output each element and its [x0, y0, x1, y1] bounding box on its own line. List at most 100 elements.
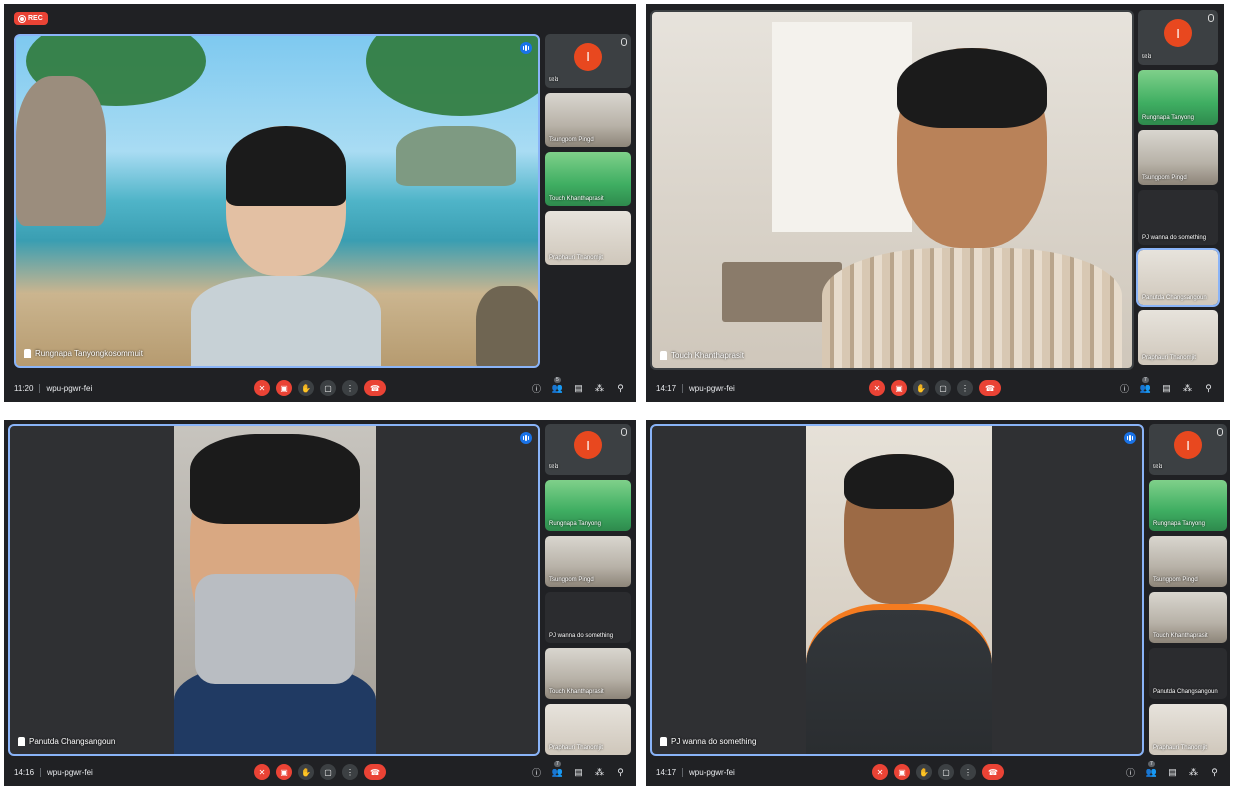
- info-icon[interactable]: ⓘ: [531, 383, 542, 394]
- mic-toggle-button[interactable]: ✕: [872, 764, 888, 780]
- mic-toggle-button[interactable]: ✕: [254, 380, 270, 396]
- chat-icon[interactable]: ▤: [573, 383, 584, 394]
- participant-name: Rungnapa Tanyong: [1142, 115, 1194, 121]
- activities-icon[interactable]: ⁂: [594, 383, 605, 394]
- info-icon[interactable]: ⓘ: [531, 767, 542, 778]
- participant-tile[interactable]: Touch Khanthaprasit: [545, 152, 631, 206]
- activities-icon[interactable]: ⁂: [1188, 767, 1199, 778]
- participant-name: ខេង: [1153, 464, 1163, 470]
- participant-name: Rungnapa Tanyong: [549, 521, 601, 527]
- avatar: I: [574, 431, 602, 460]
- meeting-info: 14:17 wpu-pgwr-fei: [656, 767, 735, 777]
- avatar: I: [1174, 431, 1202, 460]
- call-controls: ✕ ▣ ✋ ▢ ⋮ ☎: [254, 380, 386, 396]
- more-options-button[interactable]: ⋮: [960, 764, 976, 780]
- avatar: I: [1164, 19, 1192, 48]
- participant-tile[interactable]: Touch Khanthaprasit: [1149, 592, 1227, 643]
- participant-tile[interactable]: Tsungpom Pingd: [545, 93, 631, 147]
- participant-tile[interactable]: Praphauri Thanomjit: [545, 704, 631, 755]
- present-button[interactable]: ▢: [320, 764, 336, 780]
- participant-tile[interactable]: Rungnapa Tanyong: [1149, 480, 1227, 531]
- present-button[interactable]: ▢: [938, 764, 954, 780]
- rock-decor: [16, 76, 106, 226]
- host-controls-icon[interactable]: ⚲: [1209, 767, 1220, 778]
- leave-call-button[interactable]: ☎: [979, 380, 1001, 396]
- clock: 14:16: [14, 767, 35, 777]
- host-controls-icon[interactable]: ⚲: [1203, 383, 1214, 394]
- chat-icon[interactable]: ▤: [1167, 767, 1178, 778]
- participant-tile[interactable]: Touch Khanthaprasit: [545, 648, 631, 699]
- call-controls: ✕ ▣ ✋ ▢ ⋮ ☎: [869, 380, 1001, 396]
- raise-hand-button[interactable]: ✋: [298, 380, 314, 396]
- participant-tile[interactable]: Praphauri Thanomjit: [1138, 310, 1218, 365]
- activities-icon[interactable]: ⁂: [594, 767, 605, 778]
- camera-toggle-button[interactable]: ▣: [894, 764, 910, 780]
- people-icon[interactable]: 👥 7: [1140, 376, 1151, 394]
- mic-toggle-button[interactable]: ✕: [254, 764, 270, 780]
- participant-tile[interactable]: PJ wanna do something: [545, 592, 631, 643]
- leave-call-button[interactable]: ☎: [364, 380, 386, 396]
- info-icon[interactable]: ⓘ: [1125, 767, 1136, 778]
- participant-tile[interactable]: I ខេង: [1149, 424, 1227, 475]
- participant-video-figure: [174, 434, 376, 754]
- host-controls-icon[interactable]: ⚲: [615, 383, 626, 394]
- present-button[interactable]: ▢: [935, 380, 951, 396]
- mic-toggle-button[interactable]: ✕: [869, 380, 885, 396]
- call-controls: ✕ ▣ ✋ ▢ ⋮ ☎: [254, 764, 386, 780]
- participant-video: [174, 426, 376, 754]
- bottom-bar: 11:20 wpu-pgwr-fei ✕ ▣ ✋ ▢ ⋮ ☎ ⓘ 👥 5 ▤ ⁂ ⚲: [4, 374, 636, 402]
- participant-tile[interactable]: I ខេង: [545, 34, 631, 88]
- participant-tile[interactable]: I ខេង: [545, 424, 631, 475]
- leave-call-button[interactable]: ☎: [364, 764, 386, 780]
- raise-hand-button[interactable]: ✋: [298, 764, 314, 780]
- participant-tile[interactable]: Tsungpom Pingd: [1149, 536, 1227, 587]
- participant-sidebar: I ខេង Rungnapa Tanyong Tsungpom Pingd PJ …: [1136, 10, 1220, 365]
- participant-name: Touch Khanthaprasit: [549, 689, 604, 695]
- participant-tile[interactable]: Rungnapa Tanyong: [545, 480, 631, 531]
- participant-tile[interactable]: Tsungpom Pingd: [545, 536, 631, 587]
- more-options-button[interactable]: ⋮: [957, 380, 973, 396]
- participant-tile[interactable]: Panutda Changsangoun: [1149, 648, 1227, 699]
- chat-icon[interactable]: ▤: [1161, 383, 1172, 394]
- people-icon[interactable]: 👥 7: [552, 760, 563, 778]
- main-video[interactable]: Touch Khanthaprasit: [650, 10, 1134, 370]
- mic-off-icon: [1217, 428, 1223, 436]
- pin-icon: [24, 349, 31, 358]
- host-controls-icon[interactable]: ⚲: [615, 767, 626, 778]
- chat-icon[interactable]: ▤: [573, 767, 584, 778]
- participant-tile[interactable]: I ខេង: [1138, 10, 1218, 65]
- right-controls: ⓘ 👥 7 ▤ ⁂ ⚲: [1119, 376, 1214, 394]
- participant-video: [806, 426, 992, 754]
- main-video[interactable]: PJ wanna do something: [650, 424, 1144, 756]
- participant-tile[interactable]: Tsungpom Pingd: [1138, 130, 1218, 185]
- main-video[interactable]: Panutda Changsangoun: [8, 424, 540, 756]
- participant-tile[interactable]: Rungnapa Tanyong: [1138, 70, 1218, 125]
- participant-name: ខេង: [549, 464, 559, 470]
- raise-hand-button[interactable]: ✋: [913, 380, 929, 396]
- main-video[interactable]: Rungnapa Tanyongkosommuit: [14, 34, 540, 368]
- camera-toggle-button[interactable]: ▣: [276, 380, 292, 396]
- people-icon[interactable]: 👥 5: [552, 376, 563, 394]
- more-options-button[interactable]: ⋮: [342, 380, 358, 396]
- meeting-info: 11:20 wpu-pgwr-fei: [14, 383, 92, 393]
- info-icon[interactable]: ⓘ: [1119, 383, 1130, 394]
- people-icon[interactable]: 👥 7: [1146, 760, 1157, 778]
- call-controls: ✕ ▣ ✋ ▢ ⋮ ☎: [872, 764, 1004, 780]
- participant-tile[interactable]: PJ wanna do something: [1138, 190, 1218, 245]
- speaking-indicator-icon: [520, 432, 532, 444]
- right-controls: ⓘ 👥 5 ▤ ⁂ ⚲: [531, 376, 626, 394]
- pin-icon: [18, 737, 25, 746]
- camera-toggle-button[interactable]: ▣: [276, 764, 292, 780]
- leave-call-button[interactable]: ☎: [982, 764, 1004, 780]
- participant-tile[interactable]: Panutda Changsangoun: [1136, 248, 1220, 307]
- present-button[interactable]: ▢: [320, 380, 336, 396]
- more-options-button[interactable]: ⋮: [342, 764, 358, 780]
- mic-off-icon: [621, 428, 627, 436]
- meeting-info: 14:17 wpu-pgwr-fei: [656, 383, 735, 393]
- camera-toggle-button[interactable]: ▣: [891, 380, 907, 396]
- participant-tile[interactable]: Praphauri Thanomjit: [1149, 704, 1227, 755]
- screenshot-grid: REC Rungnapa Tanyongkosommuit I ខេង Tsung…: [0, 0, 1234, 789]
- activities-icon[interactable]: ⁂: [1182, 383, 1193, 394]
- participant-tile[interactable]: Praphauri Thanomjit: [545, 211, 631, 265]
- raise-hand-button[interactable]: ✋: [916, 764, 932, 780]
